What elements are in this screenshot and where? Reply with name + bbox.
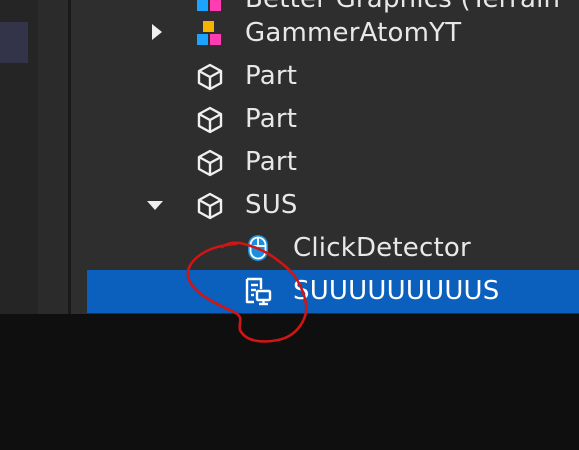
part-icon xyxy=(195,191,225,221)
script-icon xyxy=(243,276,273,306)
panel-gutter xyxy=(38,0,68,314)
part-icon xyxy=(195,62,225,92)
tree-row-label: Part xyxy=(245,61,298,91)
tree-row-label: GammerAtomYT xyxy=(245,18,462,48)
left-panel xyxy=(0,0,38,314)
part-icon xyxy=(195,105,225,135)
model-icon xyxy=(195,19,225,49)
left-panel-selected-item[interactable] xyxy=(0,22,28,63)
tree-row-part[interactable]: Part xyxy=(71,55,579,98)
tree-row-gammeratomyt[interactable]: GammerAtomYT xyxy=(71,12,579,55)
tree-row-label: Part xyxy=(245,147,298,177)
explorer-tree: Better Graphics (Terrain GammerAtomYT xyxy=(71,0,579,314)
tree-row-label: SUUUUUUUUUS xyxy=(293,276,500,306)
tree-row-part[interactable]: Part xyxy=(71,98,579,141)
tree-row-label: ClickDetector xyxy=(293,233,471,263)
part-icon xyxy=(195,148,225,178)
collapse-arrow-icon[interactable] xyxy=(145,196,165,216)
tree-row-sus[interactable]: SUS xyxy=(71,184,579,227)
click-detector-icon xyxy=(243,233,273,263)
tree-row-clickdetector[interactable]: ClickDetector xyxy=(71,227,579,270)
tree-row-label: SUS xyxy=(245,190,298,220)
tree-row-label: Part xyxy=(245,104,298,134)
tree-row-script-selected[interactable]: SUUUUUUUUUS xyxy=(87,270,579,313)
studio-window: Better Graphics (Terrain GammerAtomYT xyxy=(0,0,579,314)
black-bar xyxy=(0,314,579,450)
tree-row-part[interactable]: Part xyxy=(71,141,579,184)
expand-arrow-icon[interactable] xyxy=(147,22,167,42)
